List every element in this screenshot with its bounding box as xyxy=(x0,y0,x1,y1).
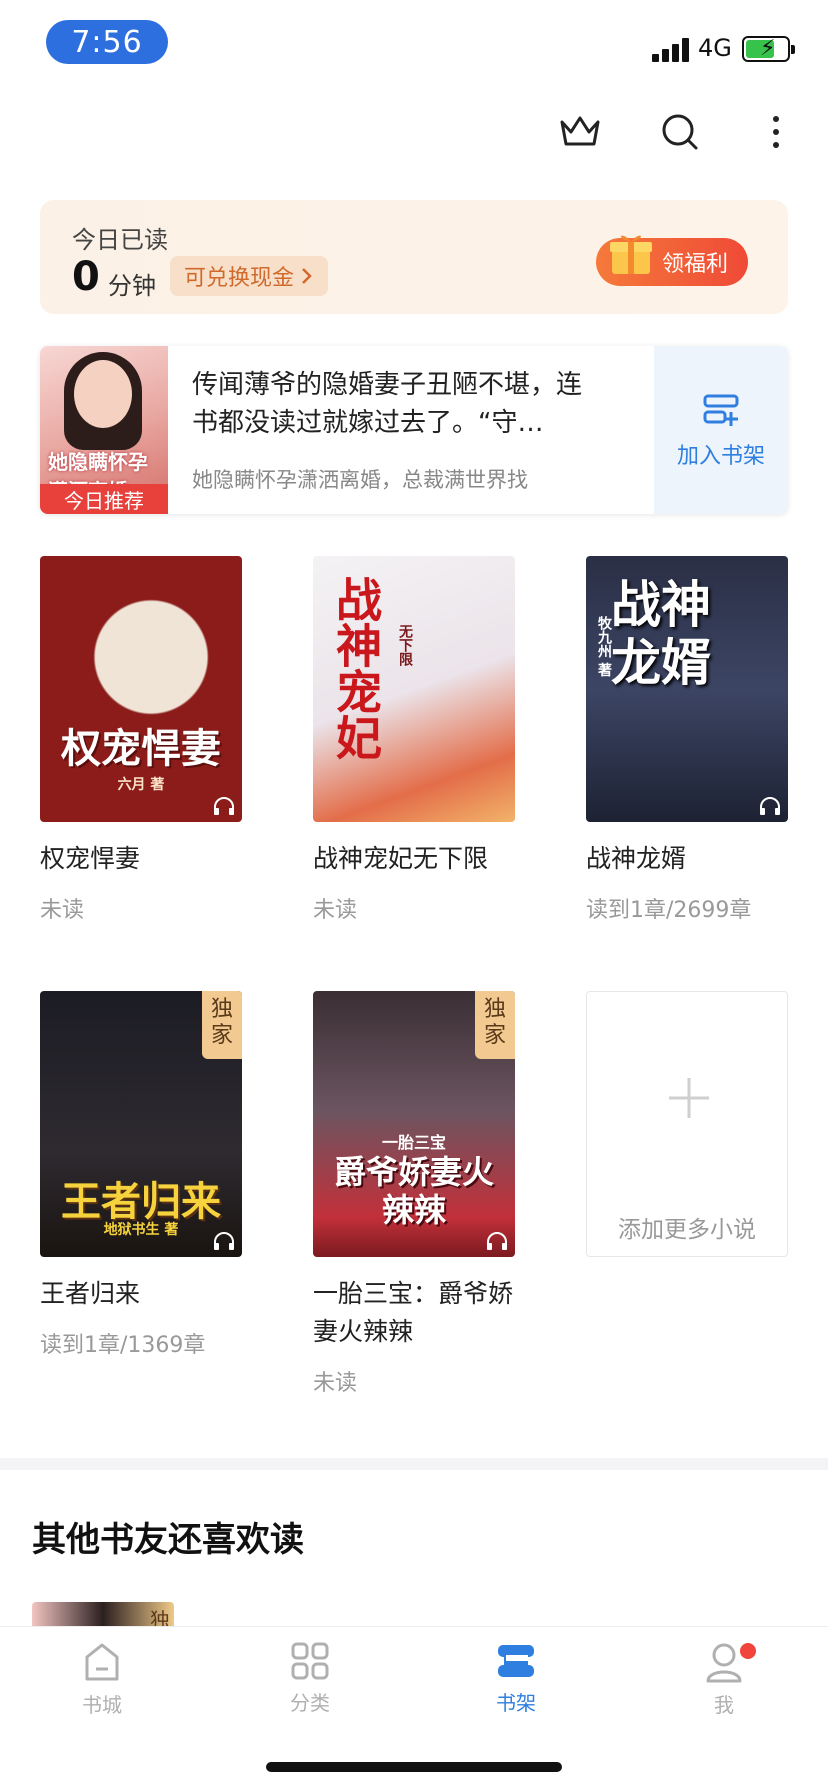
book-progress: 读到1章/1369章 xyxy=(40,1333,206,1358)
book-title[interactable]: 战神龙婿 xyxy=(586,840,788,878)
signal-icon xyxy=(652,38,690,62)
exclusive-badge: 独家 xyxy=(475,991,515,1059)
book-cover[interactable]: 战神宠妃 无下限 xyxy=(313,556,515,822)
status-bar: 7:56 4G ⚡ xyxy=(0,0,828,86)
book-progress: 读到1章/2699章 xyxy=(586,898,752,923)
book-cover[interactable]: 独家 一胎三宝 爵爷娇妻火辣辣 xyxy=(313,991,515,1257)
book-title[interactable]: 一胎三宝：爵爷娇妻火辣辣 xyxy=(313,1275,515,1351)
battery-icon: ⚡ xyxy=(742,36,795,62)
book-item[interactable]: 独家 一胎三宝 爵爷娇妻火辣辣 一胎三宝：爵爷娇妻火辣辣 未读 xyxy=(313,991,515,1397)
user-icon xyxy=(706,1643,742,1683)
headphones-icon xyxy=(214,797,234,815)
cash-link-label: 可兑换现金 xyxy=(184,266,295,291)
book-progress: 未读 xyxy=(313,1371,358,1396)
headphones-icon xyxy=(487,1232,507,1250)
add-shelf-icon xyxy=(703,394,739,426)
book-progress: 未读 xyxy=(40,898,85,923)
recommend-subtitle: 她隐瞒怀孕潇洒离婚，总裁满世界找 xyxy=(192,468,528,492)
recommend-text: 传闻薄爷的隐婚妻子丑陋不堪，连书都没读过就嫁过去了。“守… xyxy=(192,370,583,438)
book-cover[interactable]: 权宠悍妻 六月 著 xyxy=(40,556,242,822)
tab-me[interactable]: 我 xyxy=(664,1641,784,1718)
tab-label: 分类 xyxy=(290,1691,330,1715)
tab-label: 书城 xyxy=(82,1693,122,1717)
recommend-tag: 今日推荐 xyxy=(40,484,168,514)
notification-dot xyxy=(740,1643,756,1659)
reading-label: 今日已读 xyxy=(72,226,168,254)
tab-bookshelf[interactable]: 书架 xyxy=(456,1641,576,1716)
crown-icon[interactable] xyxy=(556,108,604,156)
book-title[interactable]: 战神宠妃无下限 xyxy=(313,840,515,878)
plus-icon xyxy=(669,1078,709,1118)
cash-link[interactable]: 可兑换现金 xyxy=(170,256,329,296)
welfare-button-label: 领福利 xyxy=(661,252,728,277)
status-time: 7:56 xyxy=(46,20,168,64)
home-icon xyxy=(85,1643,119,1681)
book-progress: 未读 xyxy=(313,898,358,923)
reading-banner: 今日已读 0 分钟 可兑换现金 领福利 xyxy=(40,200,788,314)
tab-bookstore[interactable]: 书城 xyxy=(42,1641,162,1718)
add-to-shelf-button[interactable]: 加入书架 xyxy=(654,346,788,514)
exclusive-badge: 独家 xyxy=(202,991,242,1059)
tab-category[interactable]: 分类 xyxy=(250,1641,370,1716)
book-title[interactable]: 王者归来 xyxy=(40,1275,242,1313)
search-icon[interactable] xyxy=(656,108,704,156)
book-item[interactable]: 战神宠妃 无下限 战神宠妃无下限 未读 xyxy=(313,556,515,924)
bookshelf-icon xyxy=(498,1645,534,1677)
add-to-shelf-label: 加入书架 xyxy=(676,444,765,469)
section-divider xyxy=(0,1458,828,1470)
cover-title: 爵爷娇妻火辣辣 xyxy=(333,1153,494,1229)
book-title[interactable]: 权宠悍妻 xyxy=(40,840,242,878)
tab-bar: 书城 分类 书架 我 xyxy=(0,1626,828,1792)
reading-unit: 分钟 xyxy=(108,272,156,300)
cover-title: 战神龙婿 xyxy=(611,576,711,692)
reading-minutes: 0 xyxy=(72,254,100,300)
section-title: 其他书友还喜欢读 xyxy=(32,1520,304,1560)
network-label: 4G xyxy=(698,34,732,62)
book-cover[interactable]: 战神龙婿 牧九州 著 xyxy=(586,556,788,822)
cover-author: 一胎三宝 xyxy=(381,1133,446,1152)
home-indicator[interactable] xyxy=(266,1762,562,1772)
cover-author: 牧九州 著 xyxy=(596,616,612,677)
tab-label: 我 xyxy=(714,1693,734,1717)
cover-author: 无下限 xyxy=(397,624,413,666)
cover-author: 六月 著 xyxy=(117,777,165,793)
tab-label: 书架 xyxy=(496,1691,536,1715)
recommend-cover[interactable]: 她隐瞒怀孕 潇洒离婚 今日推荐 xyxy=(40,346,168,514)
add-more-label: 添加更多小说 xyxy=(618,1217,756,1243)
add-more-books-button[interactable]: 添加更多小说 xyxy=(586,991,788,1257)
chevron-right-icon xyxy=(302,268,312,284)
grid-icon xyxy=(291,1642,329,1680)
cover-title: 战神宠妃 xyxy=(329,576,383,760)
book-item[interactable]: 权宠悍妻 六月 著 权宠悍妻 未读 xyxy=(40,556,242,924)
gift-icon xyxy=(610,235,652,274)
book-cover[interactable]: 独家 王者归来 地狱书生 著 xyxy=(40,991,242,1257)
book-item[interactable]: 独家 王者归来 地狱书生 著 王者归来 读到1章/1369章 xyxy=(40,991,242,1359)
cover-title: 权宠悍妻 xyxy=(61,726,221,772)
headphones-icon xyxy=(760,797,780,815)
more-icon[interactable] xyxy=(752,108,800,156)
recommend-card[interactable]: 她隐瞒怀孕 潇洒离婚 今日推荐 传闻薄爷的隐婚妻子丑陋不堪，连书都没读过就嫁过去… xyxy=(40,346,788,514)
book-item[interactable]: 战神龙婿 牧九州 著 战神龙婿 读到1章/2699章 xyxy=(586,556,788,924)
headphones-icon xyxy=(214,1232,234,1250)
